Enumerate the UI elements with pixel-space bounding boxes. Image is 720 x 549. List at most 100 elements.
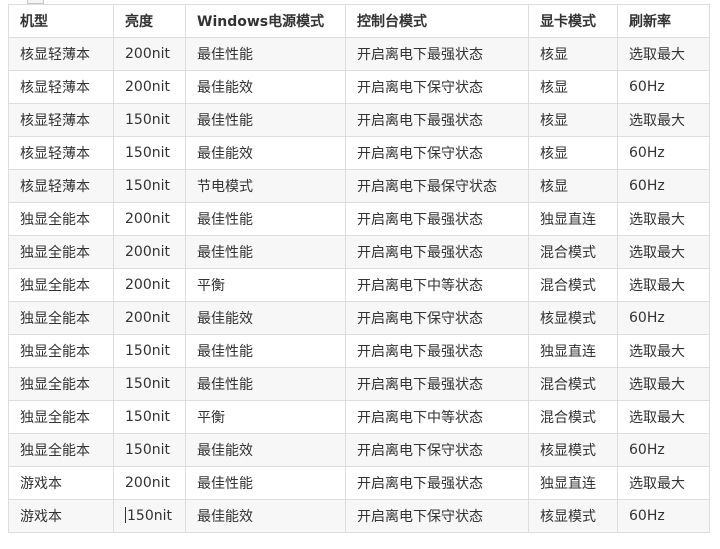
console-mode-cell[interactable]: 开启离电下最强状态 [345, 334, 529, 368]
brightness-cell[interactable]: 150nit [113, 433, 186, 467]
gpu-mode-cell[interactable]: 核显模式 [528, 301, 618, 335]
table-row: 游戏本 150nit 最佳能效 开启离电下保守状态 核显模式 60Hz [8, 499, 710, 533]
power-mode-cell[interactable]: 最佳性能 [185, 334, 346, 368]
gpu-mode-cell[interactable]: 独显直连 [528, 334, 618, 368]
gpu-mode-cell[interactable]: 核显 [528, 37, 618, 71]
model-cell[interactable]: 独显全能本 [8, 202, 114, 236]
power-mode-cell[interactable]: 最佳性能 [185, 37, 346, 71]
model-cell[interactable]: 游戏本 [8, 499, 114, 533]
model-cell[interactable]: 游戏本 [8, 466, 114, 500]
model-cell[interactable]: 核显轻薄本 [8, 169, 114, 203]
brightness-cell[interactable]: 200nit [113, 202, 186, 236]
text-cursor [125, 507, 126, 523]
brightness-cell[interactable]: 150nit [113, 499, 186, 533]
console-mode-cell[interactable]: 开启离电下保守状态 [345, 136, 529, 170]
table-row: 核显轻薄本 200nit 最佳能效 开启离电下保守状态 核显 60Hz [8, 70, 710, 104]
brightness-cell[interactable]: 150nit [113, 367, 186, 401]
console-mode-cell[interactable]: 开启离电下最强状态 [345, 367, 529, 401]
console-mode-cell[interactable]: 开启离电下最保守状态 [345, 169, 529, 203]
table-header-row: 机型 亮度 Windows电源模式 控制台模式 显卡模式 刷新率 [8, 4, 710, 38]
power-mode-cell[interactable]: 最佳性能 [185, 103, 346, 137]
power-mode-cell[interactable]: 最佳性能 [185, 235, 346, 269]
console-mode-cell[interactable]: 开启离电下最强状态 [345, 103, 529, 137]
refresh-rate-cell[interactable]: 选取最大 [617, 268, 710, 302]
console-mode-cell[interactable]: 开启离电下最强状态 [345, 202, 529, 236]
table-row: 游戏本 200nit 最佳性能 开启离电下最强状态 独显直连 选取最大 [8, 466, 710, 500]
brightness-cell[interactable]: 200nit [113, 301, 186, 335]
refresh-rate-cell[interactable]: 选取最大 [617, 103, 710, 137]
console-mode-cell[interactable]: 开启离电下最强状态 [345, 466, 529, 500]
console-mode-cell[interactable]: 开启离电下保守状态 [345, 301, 529, 335]
model-cell[interactable]: 核显轻薄本 [8, 103, 114, 137]
brightness-cell[interactable]: 150nit [113, 103, 186, 137]
model-cell[interactable]: 独显全能本 [8, 433, 114, 467]
model-cell[interactable]: 独显全能本 [8, 367, 114, 401]
power-mode-cell[interactable]: 最佳能效 [185, 70, 346, 104]
model-cell[interactable]: 独显全能本 [8, 400, 114, 434]
refresh-rate-cell[interactable]: 选取最大 [617, 367, 710, 401]
console-mode-cell[interactable]: 开启离电下中等状态 [345, 400, 529, 434]
gpu-mode-cell[interactable]: 核显 [528, 103, 618, 137]
brightness-cell[interactable]: 200nit [113, 70, 186, 104]
table-row: 核显轻薄本 150nit 最佳性能 开启离电下最强状态 核显 选取最大 [8, 103, 710, 137]
brightness-cell[interactable]: 200nit [113, 268, 186, 302]
refresh-rate-cell[interactable]: 选取最大 [617, 235, 710, 269]
power-mode-cell[interactable]: 最佳能效 [185, 301, 346, 335]
brightness-cell[interactable]: 150nit [113, 136, 186, 170]
refresh-rate-cell[interactable]: 60Hz [617, 499, 710, 533]
refresh-rate-cell[interactable]: 选取最大 [617, 466, 710, 500]
brightness-cell[interactable]: 150nit [113, 400, 186, 434]
model-cell[interactable]: 独显全能本 [8, 268, 114, 302]
refresh-rate-cell[interactable]: 选取最大 [617, 334, 710, 368]
gpu-mode-cell[interactable]: 核显模式 [528, 499, 618, 533]
power-mode-cell[interactable]: 平衡 [185, 268, 346, 302]
console-mode-cell[interactable]: 开启离电下最强状态 [345, 37, 529, 71]
gpu-mode-cell[interactable]: 独显直连 [528, 466, 618, 500]
gpu-mode-cell[interactable]: 核显模式 [528, 433, 618, 467]
refresh-rate-cell[interactable]: 选取最大 [617, 400, 710, 434]
console-mode-cell[interactable]: 开启离电下保守状态 [345, 499, 529, 533]
console-mode-cell[interactable]: 开启离电下保守状态 [345, 433, 529, 467]
brightness-cell[interactable]: 200nit [113, 466, 186, 500]
power-mode-cell[interactable]: 最佳性能 [185, 202, 346, 236]
brightness-cell[interactable]: 200nit [113, 37, 186, 71]
header-console-mode: 控制台模式 [345, 4, 529, 38]
gpu-mode-cell[interactable]: 混合模式 [528, 400, 618, 434]
refresh-rate-cell[interactable]: 60Hz [617, 136, 710, 170]
power-mode-cell[interactable]: 最佳能效 [185, 499, 346, 533]
brightness-cell[interactable]: 200nit [113, 235, 186, 269]
refresh-rate-cell[interactable]: 60Hz [617, 70, 710, 104]
console-mode-cell[interactable]: 开启离电下最强状态 [345, 235, 529, 269]
refresh-rate-cell[interactable]: 60Hz [617, 301, 710, 335]
refresh-rate-cell[interactable]: 60Hz [617, 433, 710, 467]
power-mode-cell[interactable]: 最佳能效 [185, 136, 346, 170]
model-cell[interactable]: 独显全能本 [8, 334, 114, 368]
gpu-mode-cell[interactable]: 核显 [528, 136, 618, 170]
model-cell[interactable]: 独显全能本 [8, 301, 114, 335]
power-mode-cell[interactable]: 最佳能效 [185, 433, 346, 467]
power-mode-cell[interactable]: 最佳性能 [185, 367, 346, 401]
refresh-rate-cell[interactable]: 选取最大 [617, 202, 710, 236]
gpu-mode-cell[interactable]: 混合模式 [528, 367, 618, 401]
table-row: 独显全能本 150nit 最佳性能 开启离电下最强状态 混合模式 选取最大 [8, 367, 710, 401]
console-mode-cell[interactable]: 开启离电下保守状态 [345, 70, 529, 104]
model-cell[interactable]: 核显轻薄本 [8, 37, 114, 71]
refresh-rate-cell[interactable]: 60Hz [617, 169, 710, 203]
power-mode-cell[interactable]: 平衡 [185, 400, 346, 434]
table-body: 核显轻薄本 200nit 最佳性能 开启离电下最强状态 核显 选取最大 核显轻薄本 200ni… [8, 37, 710, 533]
gpu-mode-cell[interactable]: 混合模式 [528, 268, 618, 302]
power-mode-cell[interactable]: 节电模式 [185, 169, 346, 203]
gpu-mode-cell[interactable]: 混合模式 [528, 235, 618, 269]
gpu-mode-cell[interactable]: 独显直连 [528, 202, 618, 236]
gpu-mode-cell[interactable]: 核显 [528, 169, 618, 203]
refresh-rate-cell[interactable]: 选取最大 [617, 37, 710, 71]
brightness-cell[interactable]: 150nit [113, 169, 186, 203]
brightness-cell[interactable]: 150nit [113, 334, 186, 368]
console-mode-cell[interactable]: 开启离电下中等状态 [345, 268, 529, 302]
model-cell[interactable]: 核显轻薄本 [8, 136, 114, 170]
table-row: 核显轻薄本 150nit 最佳能效 开启离电下保守状态 核显 60Hz [8, 136, 710, 170]
power-mode-cell[interactable]: 最佳性能 [185, 466, 346, 500]
model-cell[interactable]: 独显全能本 [8, 235, 114, 269]
gpu-mode-cell[interactable]: 核显 [528, 70, 618, 104]
model-cell[interactable]: 核显轻薄本 [8, 70, 114, 104]
